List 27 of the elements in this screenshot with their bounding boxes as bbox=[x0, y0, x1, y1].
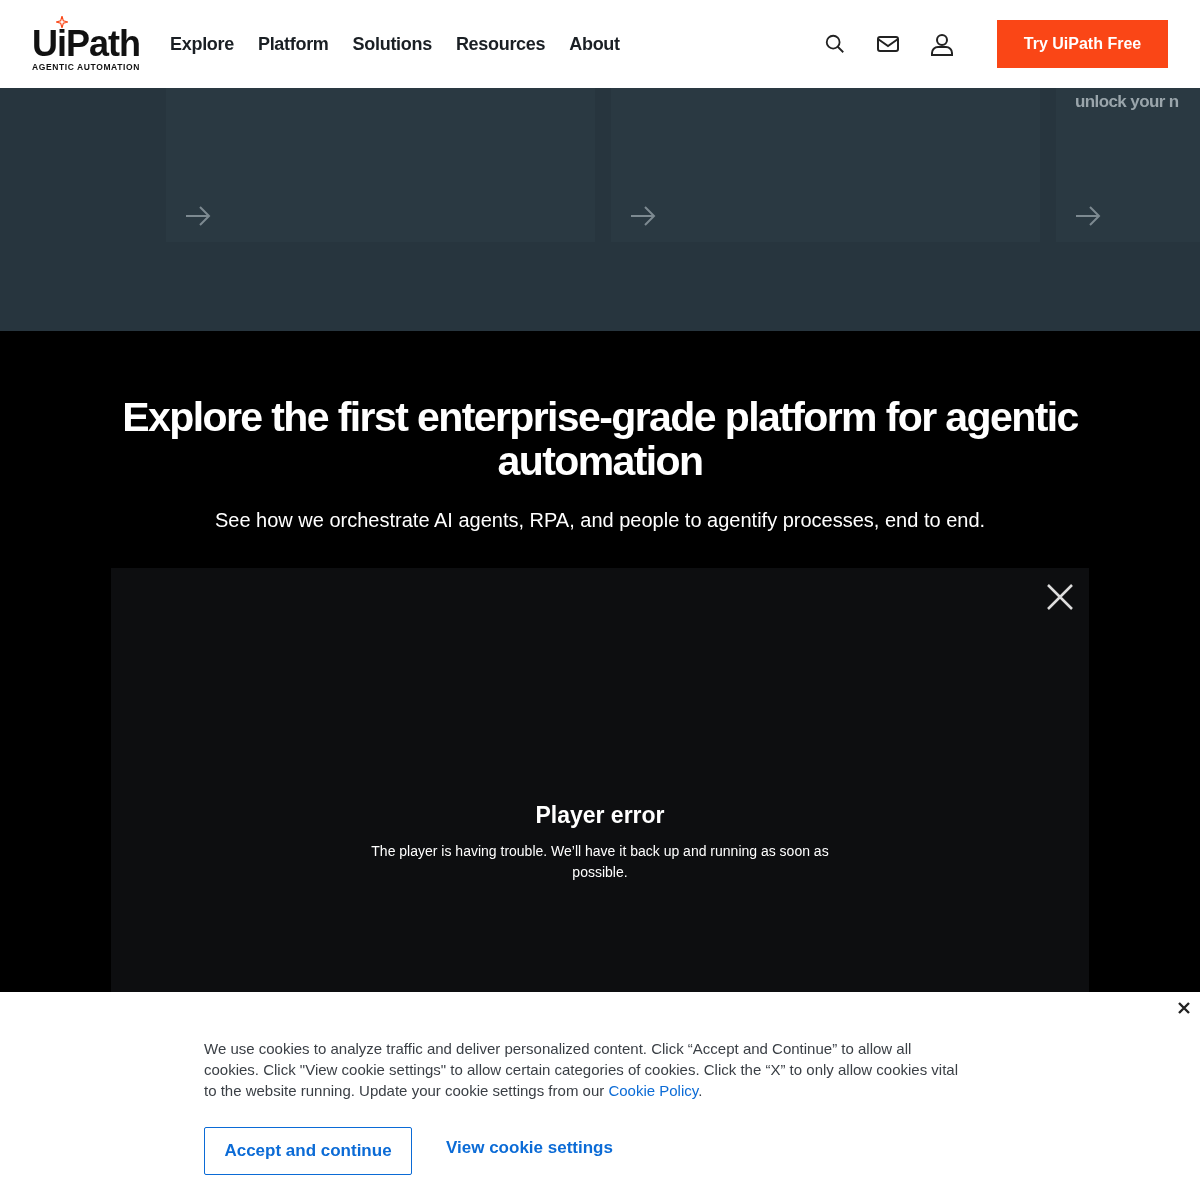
cookie-settings-link[interactable]: View cookie settings bbox=[446, 1138, 613, 1158]
sparkle-icon bbox=[56, 16, 68, 28]
nav-link[interactable]: Solutions bbox=[352, 33, 432, 55]
nav-link[interactable]: About bbox=[569, 33, 620, 55]
nav-link[interactable]: Resources bbox=[455, 33, 546, 55]
accept-button[interactable]: Accept and continue bbox=[204, 1127, 412, 1175]
player-error-message: The player is having trouble. We’ll have it back up and running as soon as possible. bbox=[370, 842, 830, 882]
cookie-message: We use cookies to analyze traffic and deliver personalized content. Click “Accept and Continue” to allow all cookies. Click "View cookie settings" to allow certain categories of cookies. Click the “X” to only allow cookies vital to the website running. Update your cookie settings from our Cookie Policy. bbox=[204, 1039, 960, 1101]
card-text: unlock your n bbox=[1075, 92, 1180, 112]
mail-icon[interactable] bbox=[876, 34, 900, 54]
logo-wordmark: UiPath bbox=[32, 28, 140, 60]
arrow-right-icon bbox=[185, 206, 211, 226]
nav-link[interactable]: Explore bbox=[170, 33, 234, 55]
arrow-right-icon bbox=[630, 206, 656, 226]
close-icon[interactable] bbox=[1178, 1002, 1190, 1014]
arrow-right-icon bbox=[1075, 206, 1101, 226]
hero-title: Explore the first enterprise-grade platform for agentic automation bbox=[121, 395, 1079, 483]
cookie-policy-link[interactable]: Cookie Policy bbox=[608, 1082, 699, 1099]
user-icon[interactable] bbox=[930, 32, 954, 56]
content-card[interactable]: unlock your n bbox=[1056, 88, 1200, 242]
nav-link[interactable]: Platform bbox=[257, 33, 329, 55]
uipath-logo[interactable]: UiPath AGENTIC AUTOMATION bbox=[32, 16, 140, 72]
try-free-button[interactable]: Try UiPath Free bbox=[997, 20, 1168, 68]
player-error-title: Player error bbox=[535, 802, 665, 829]
logo-tagline: AGENTIC AUTOMATION bbox=[32, 62, 140, 72]
search-icon[interactable] bbox=[824, 33, 846, 55]
hero-subtitle: See how we orchestrate AI agents, RPA, and people to agentify processes, end to end. bbox=[214, 509, 986, 532]
